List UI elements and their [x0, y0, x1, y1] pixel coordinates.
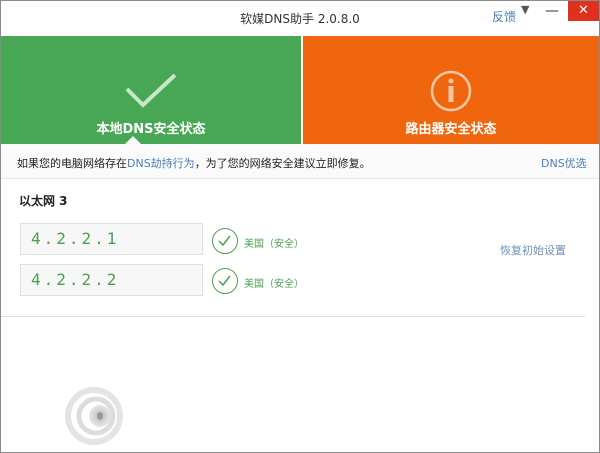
ripple-logo-icon [65, 387, 123, 445]
local-dns-status-tab[interactable]: 本地DNS安全状态 [1, 36, 301, 144]
info-icon [430, 70, 472, 112]
dns-status: 美国（安全） [244, 279, 304, 290]
check-circle-icon [212, 228, 238, 254]
dns-optimize-link[interactable]: DNS优选 [541, 155, 587, 171]
dns-status: 美国（安全） [244, 239, 304, 250]
router-status-label: 路由器安全状态 [405, 122, 497, 137]
close-button[interactable]: ✕ [568, 1, 599, 21]
menu-icon[interactable]: ▼ [521, 3, 529, 16]
network-name: 以太网 3 [19, 194, 68, 208]
active-tab-pointer [125, 136, 141, 144]
primary-dns-input[interactable]: 4.2.2.1 [20, 223, 203, 255]
check-circle-icon [212, 268, 238, 294]
local-dns-status-label: 本地DNS安全状态 [96, 122, 206, 137]
router-status-tab[interactable]: 路由器安全状态 [303, 36, 599, 144]
app-window: 软媒DNS助手 2.0.8.0 反馈 ▼ — ✕ 本地DNS安全状态 路由器安全… [0, 0, 600, 453]
title-bar: 软媒DNS助手 2.0.8.0 反馈 ▼ — ✕ [1, 1, 599, 36]
restore-defaults-link[interactable]: 恢复初始设置 [500, 242, 566, 258]
minimize-button[interactable]: — [545, 3, 559, 19]
secondary-dns-input[interactable]: 4.2.2.2 [20, 264, 203, 296]
warning-text: 如果您的电脑网络存在DNS劫持行为，为了您的网络安全建议立即修复。 [17, 155, 371, 171]
feedback-link[interactable]: 反馈 [492, 8, 516, 25]
check-icon [125, 73, 177, 108]
warning-text-after: ，为了您的网络安全建议立即修复。 [194, 157, 371, 170]
warning-text-before: 如果您的电脑网络存在 [17, 157, 127, 170]
info-bar: 如果您的电脑网络存在DNS劫持行为，为了您的网络安全建议立即修复。 DNS优选 [1, 144, 599, 179]
dns-hijack-link[interactable]: DNS劫持行为 [127, 157, 195, 170]
divider [1, 316, 585, 317]
